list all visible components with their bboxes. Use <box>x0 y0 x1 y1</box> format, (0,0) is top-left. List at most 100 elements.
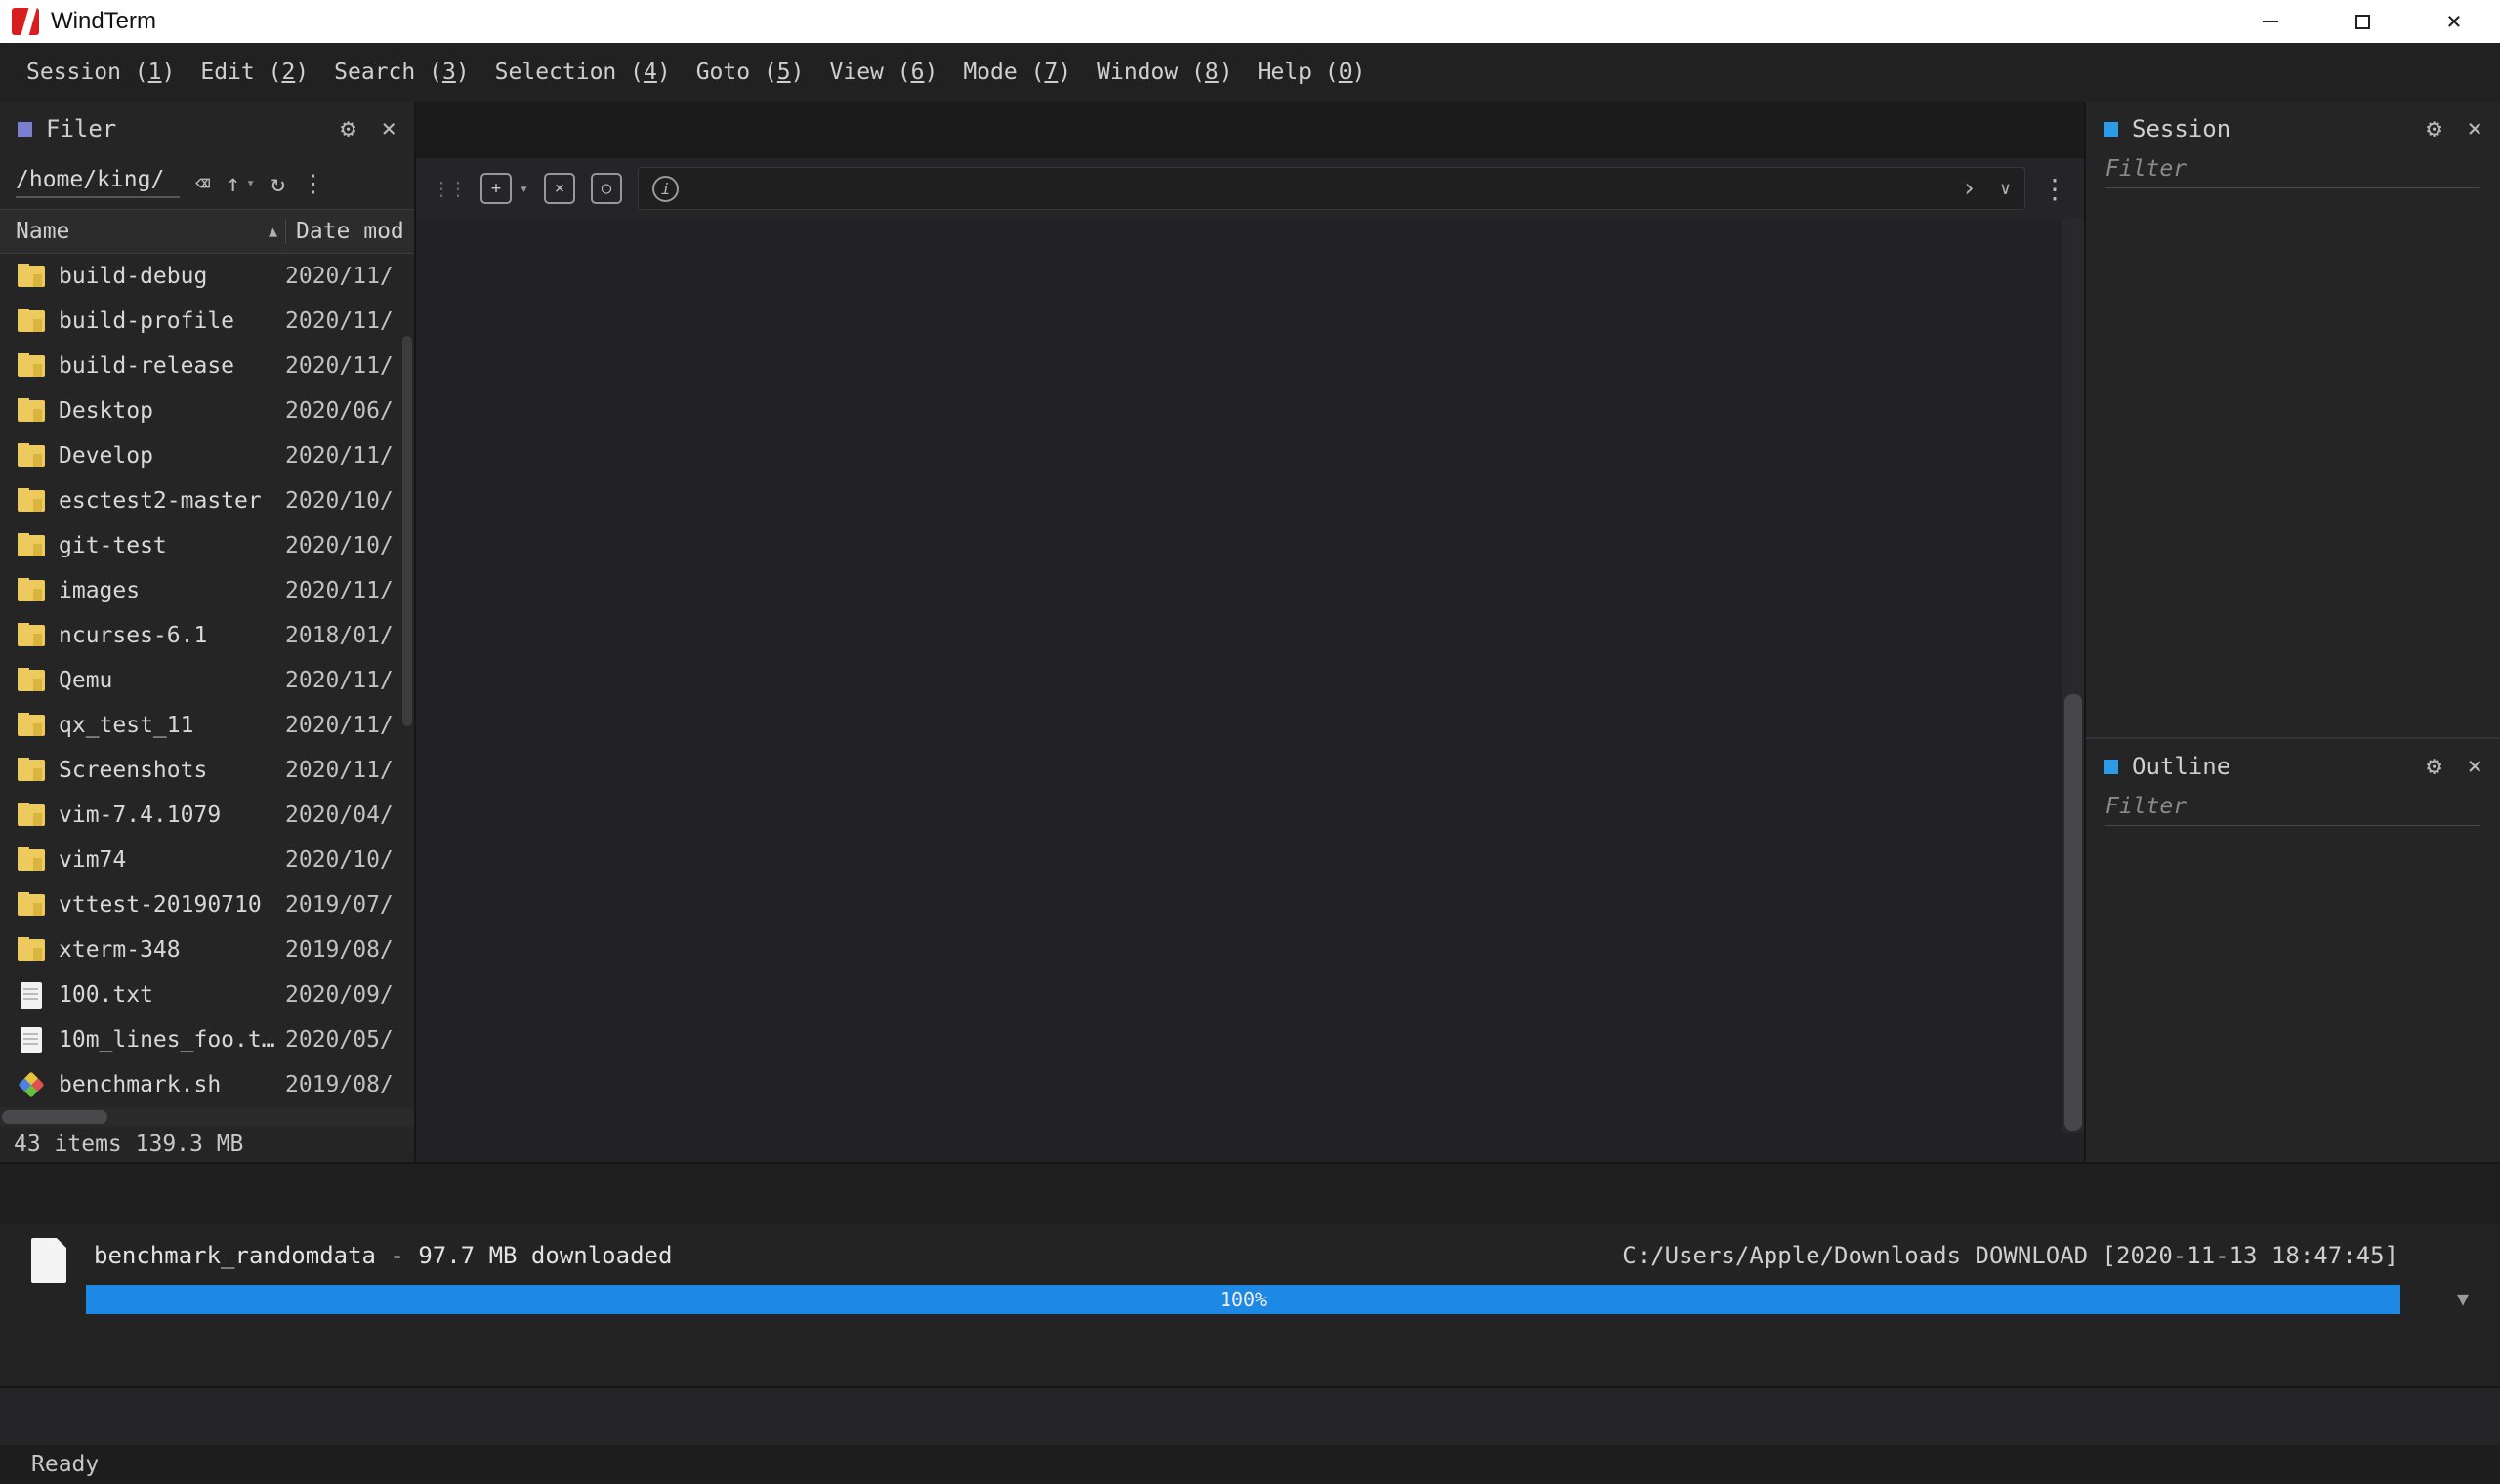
session-settings-gear-icon[interactable]: ⚙ <box>2427 114 2442 144</box>
folder-icon <box>18 443 45 467</box>
file-name: 10m_lines_foo.t… <box>59 1027 275 1052</box>
close-button[interactable]: × <box>2408 0 2500 43</box>
filer-vertical-scrollbar[interactable] <box>402 336 412 726</box>
terminal-output[interactable] <box>416 219 2062 1133</box>
filer-menu-icon[interactable]: ⋮ <box>301 169 325 197</box>
column-header-date[interactable]: Date mod <box>285 219 414 244</box>
file-row[interactable]: vim74 2020/10/ <box>0 838 414 883</box>
outline-close-icon[interactable]: × <box>2467 752 2482 781</box>
close-tab-icon[interactable]: × <box>544 173 576 204</box>
filer-settings-gear-icon[interactable]: ⚙ <box>341 114 356 144</box>
title-bar: WindTerm × <box>0 0 2500 43</box>
folder-icon <box>18 937 45 961</box>
menu-item-view[interactable]: View (6) <box>817 60 951 85</box>
script-icon <box>18 1072 45 1097</box>
folder-icon <box>18 398 45 422</box>
file-date: 2020/11/ <box>285 353 394 379</box>
status-ready: Ready <box>31 1452 100 1477</box>
new-tab-icon[interactable]: + <box>480 173 512 204</box>
folder-icon <box>18 623 45 646</box>
drag-handle-icon[interactable]: ⋮⋮ <box>432 177 468 200</box>
menu-item-search[interactable]: Search (3) <box>321 60 482 85</box>
refresh-icon[interactable]: ↻ <box>271 169 285 197</box>
session-close-icon[interactable]: × <box>2467 114 2482 144</box>
terminal-menu-icon[interactable]: ⋮ <box>2041 173 2068 205</box>
file-icon <box>21 1026 42 1053</box>
menu-item-mode[interactable]: Mode (7) <box>950 60 1084 85</box>
filer-status-text: 43 items 139.3 MB <box>14 1132 244 1157</box>
menu-bar: Session (1) Edit (2) Search (3) Selection (… <box>0 43 2500 102</box>
file-row[interactable]: Desktop 2020/06/ <box>0 389 414 433</box>
clone-tab-icon[interactable]: ○ <box>591 173 623 204</box>
file-row[interactable]: git-test 2020/10/ <box>0 523 414 568</box>
file-name: git-test <box>59 533 167 558</box>
file-row[interactable]: Develop 2020/11/ <box>0 433 414 478</box>
breadcrumb-dropdown-icon[interactable]: ∨ <box>2000 179 2011 199</box>
file-row[interactable]: 10m_lines_foo.t… 2020/05/ <box>0 1017 414 1062</box>
file-date: 2020/11/ <box>285 713 394 738</box>
file-date: 2020/10/ <box>285 488 394 514</box>
file-row[interactable]: images 2020/11/ <box>0 568 414 613</box>
clear-path-icon[interactable]: ⌫ <box>195 169 210 197</box>
run-command-icon[interactable]: › <box>1962 174 1978 203</box>
menu-item-edit[interactable]: Edit (2) <box>188 60 321 85</box>
transfer-panel-tabs <box>0 1164 2500 1224</box>
filer-close-icon[interactable]: × <box>381 114 396 144</box>
maximize-button[interactable] <box>2316 0 2408 43</box>
folder-icon <box>18 892 45 916</box>
file-date: 2020/04/ <box>285 803 394 828</box>
file-date: 2020/11/ <box>285 578 394 603</box>
up-directory-icon[interactable]: ↑ <box>226 169 240 197</box>
window-title: WindTerm <box>51 8 157 34</box>
file-name: build-profile <box>59 309 235 334</box>
terminal-toolbar: ⋮⋮ + ▾ × ○ i › ∨ ⋮ <box>416 158 2084 219</box>
outline-filter-input[interactable] <box>2105 794 2480 826</box>
file-row[interactable]: xterm-348 2019/08/ <box>0 928 414 972</box>
session-filter-input[interactable] <box>2105 156 2480 188</box>
transfer-dropdown-icon[interactable]: ▼ <box>2457 1287 2469 1310</box>
filer-panel: Filer ⚙ × ⌫ ↑ ▾ ↻ ⋮ Name ▲ Date mod buil… <box>0 102 416 1162</box>
file-row[interactable]: build-profile 2020/11/ <box>0 299 414 344</box>
breadcrumb[interactable]: i › ∨ <box>638 167 2025 210</box>
menu-item-selection[interactable]: Selection (4) <box>482 60 684 85</box>
minimize-button[interactable] <box>2225 0 2316 43</box>
file-name: esctest2-master <box>59 488 262 514</box>
filer-horizontal-scrollbar[interactable] <box>0 1107 414 1127</box>
file-name: build-debug <box>59 264 208 289</box>
file-date: 2020/10/ <box>285 533 394 558</box>
file-row[interactable]: build-release 2020/11/ <box>0 344 414 389</box>
menu-item-help[interactable]: Help (0) <box>1245 60 1379 85</box>
outline-settings-gear-icon[interactable]: ⚙ <box>2427 752 2442 781</box>
terminal-scrollbar[interactable] <box>2062 219 2084 1133</box>
file-row[interactable]: vttest-20190710 2019/07/ <box>0 883 414 928</box>
new-tab-dropdown-icon[interactable]: ▾ <box>520 180 528 197</box>
file-row[interactable]: Qemu 2020/11/ <box>0 658 414 703</box>
file-row[interactable]: benchmark.sh 2019/08/ <box>0 1062 414 1107</box>
file-date: 2019/08/ <box>285 1072 394 1097</box>
file-name: images <box>59 578 141 603</box>
up-directory-dropdown-icon[interactable]: ▾ <box>246 174 255 191</box>
menu-item-window[interactable]: Window (8) <box>1084 60 1245 85</box>
file-row[interactable]: vim-7.4.1079 2020/04/ <box>0 793 414 838</box>
minimize-icon <box>2263 21 2278 22</box>
terminal-area: ⋮⋮ + ▾ × ○ i › ∨ ⋮ <box>416 102 2084 1162</box>
transfer-file-icon <box>31 1238 66 1283</box>
file-row[interactable]: 100.txt 2020/09/ <box>0 972 414 1017</box>
folder-icon <box>18 847 45 871</box>
file-row[interactable]: Screenshots 2020/11/ <box>0 748 414 793</box>
column-header-name[interactable]: Name ▲ <box>0 219 285 244</box>
file-name: benchmark.sh <box>59 1072 222 1097</box>
filer-path-input[interactable] <box>16 167 180 198</box>
file-name: vim74 <box>59 847 127 873</box>
file-date: 2020/11/ <box>285 668 394 693</box>
menu-item-goto[interactable]: Goto (5) <box>684 60 817 85</box>
file-row[interactable]: qx_test_11 2020/11/ <box>0 703 414 748</box>
info-icon[interactable]: i <box>652 175 680 202</box>
session-panel-title: Session <box>2132 115 2231 143</box>
menu-item-session[interactable]: Session (1) <box>14 60 188 85</box>
file-row[interactable]: ncurses-6.1 2018/01/ <box>0 613 414 658</box>
terminal-tab-bar <box>416 102 2084 158</box>
file-row[interactable]: build-debug 2020/11/ <box>0 254 414 299</box>
terminal-scrollbar-thumb[interactable] <box>2064 693 2082 1131</box>
file-row[interactable]: esctest2-master 2020/10/ <box>0 478 414 523</box>
